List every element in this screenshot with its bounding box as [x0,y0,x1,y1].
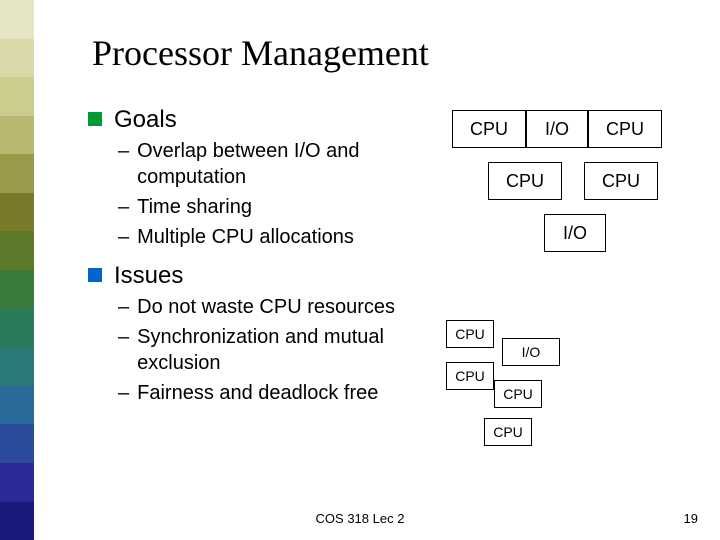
bullet-goals: Goals [88,106,450,134]
sub-text: Time sharing [137,194,252,220]
bullet-issues: Issues [88,262,450,290]
sub-text: Synchronization and mutual exclusion [137,324,450,376]
cpu-box: CPU [452,110,526,148]
dash-icon: – [118,194,129,220]
dash-icon: – [118,224,129,250]
sidebar-stripe [0,270,34,309]
sub-text: Do not waste CPU resources [137,294,395,320]
square-bullet-icon [88,268,102,282]
diagram-row: CPU I/O CPU [452,110,708,148]
sidebar-stripe [0,116,34,155]
page-number: 19 [684,511,698,526]
slide-title: Processor Management [92,32,429,74]
slide: Processor Management Goals –Overlap betw… [0,0,720,540]
bullet-label: Issues [114,262,183,290]
sub-bullet: –Time sharing [118,194,450,220]
sidebar-stripe [0,424,34,463]
diagram-row: I/O [544,214,708,252]
sub-text: Overlap between I/O and computation [137,138,450,190]
sub-text: Fairness and deadlock free [137,380,378,406]
cpu-box: CPU [446,320,494,348]
footer-center: COS 318 Lec 2 [0,511,720,526]
diagram-row: CPU CPU [488,162,708,200]
cpu-box: CPU [484,418,532,446]
decorative-sidebar [0,0,34,540]
io-box: I/O [502,338,560,366]
cpu-box: CPU [494,380,542,408]
bullet-label: Goals [114,106,177,134]
cpu-box: CPU [446,362,494,390]
cpu-box: CPU [588,110,662,148]
sidebar-stripe [0,39,34,78]
diagram-wrap: CPU I/O CPU CPU CPU [446,320,646,460]
dash-icon: – [118,294,129,320]
diagram-timeline: CPU I/O CPU CPU CPU I/O [452,110,708,252]
io-box: I/O [544,214,606,252]
sub-bullet: –Fairness and deadlock free [118,380,450,406]
dash-icon: – [118,380,129,406]
sidebar-stripe [0,309,34,348]
square-bullet-icon [88,112,102,126]
cpu-box: CPU [488,162,562,200]
sidebar-stripe [0,386,34,425]
sub-bullet: –Synchronization and mutual exclusion [118,324,450,376]
sidebar-stripe [0,77,34,116]
sidebar-stripe [0,463,34,502]
sidebar-stripe [0,231,34,270]
sidebar-stripe [0,0,34,39]
content-body: Goals –Overlap between I/O and computati… [88,100,450,410]
cpu-box: CPU [584,162,658,200]
sub-bullet: –Multiple CPU allocations [118,224,450,250]
diagram-stagger: CPU I/O CPU CPU CPU [446,320,646,460]
io-box: I/O [526,110,588,148]
dash-icon: – [118,138,129,164]
sidebar-stripe [0,347,34,386]
dash-icon: – [118,324,129,350]
sub-bullet: –Do not waste CPU resources [118,294,450,320]
sidebar-stripe [0,154,34,193]
sub-bullet: –Overlap between I/O and computation [118,138,450,190]
sub-text: Multiple CPU allocations [137,224,354,250]
sidebar-stripe [0,193,34,232]
